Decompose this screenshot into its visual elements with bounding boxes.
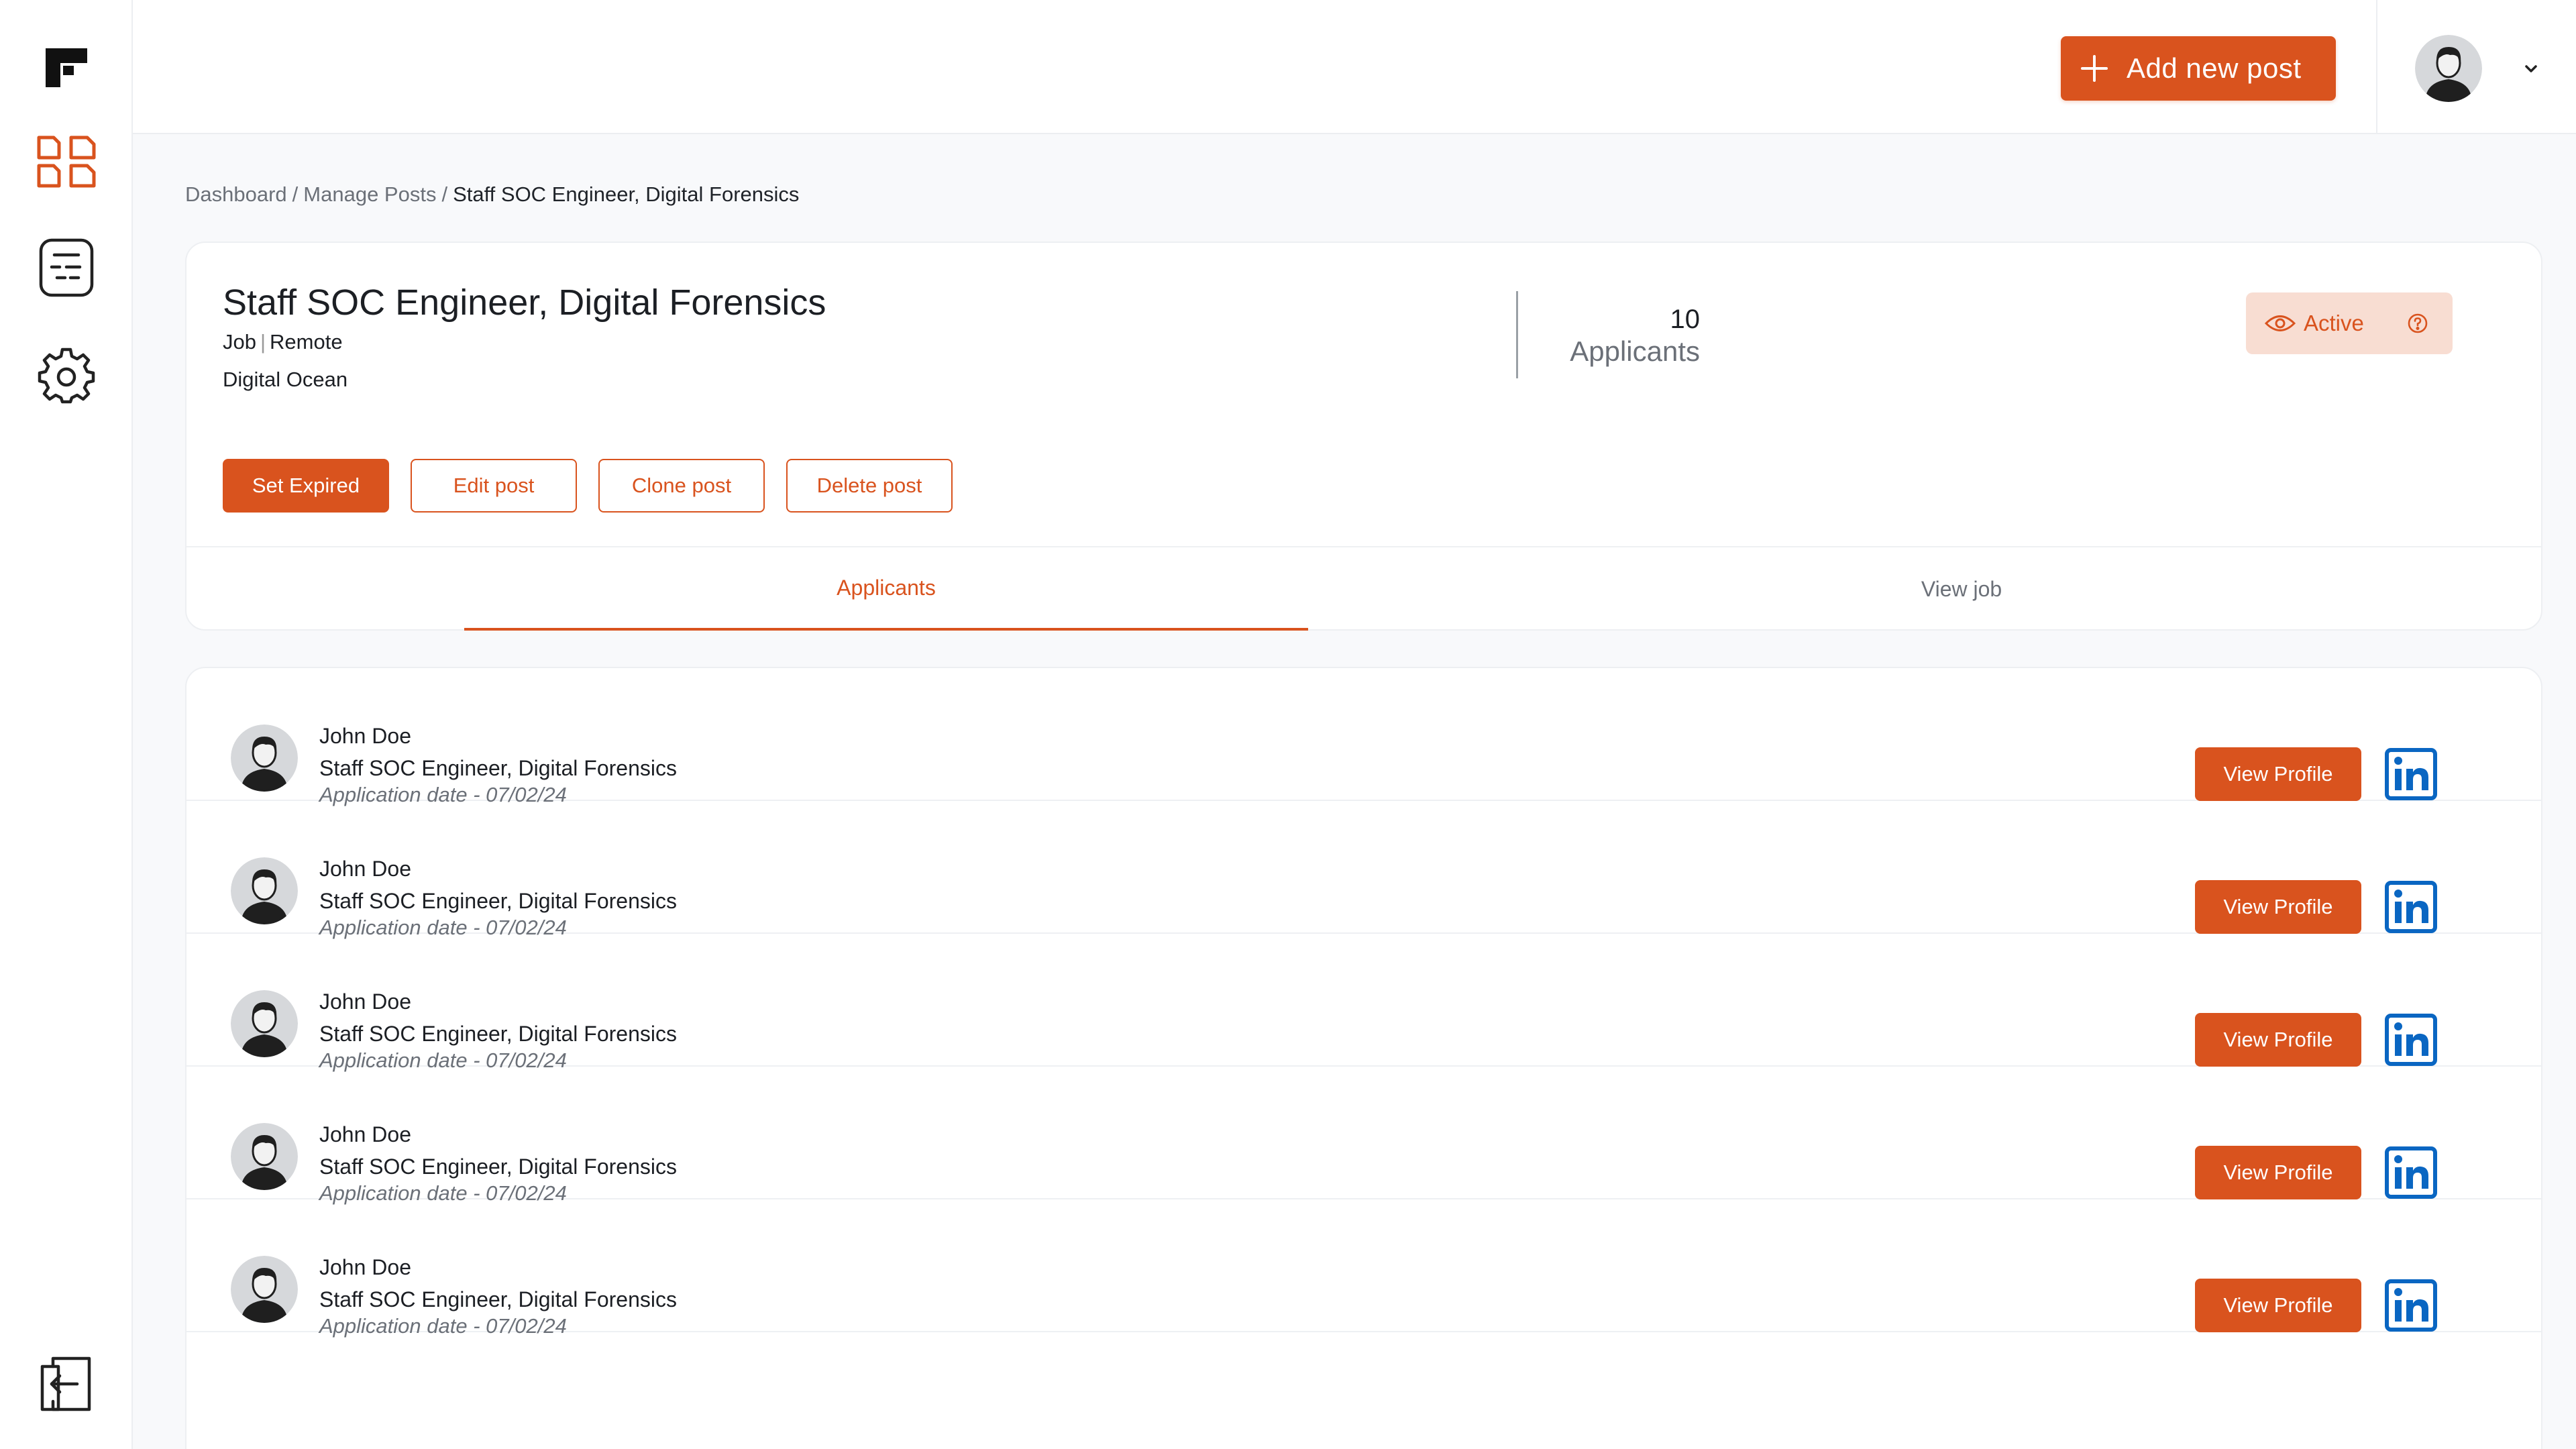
linkedin-icon[interactable] bbox=[2384, 880, 2438, 934]
document-list-icon bbox=[38, 237, 95, 301]
applicant-count: 10 bbox=[1670, 305, 1701, 334]
applicant-role: Staff SOC Engineer, Digital Forensics bbox=[319, 756, 677, 780]
user-avatar-icon[interactable] bbox=[2415, 35, 2482, 102]
page-title: Staff SOC Engineer, Digital Forensics bbox=[223, 282, 826, 323]
applicant-count-label: Applicants bbox=[1570, 335, 1700, 367]
meta-separator: | bbox=[260, 330, 266, 354]
sidebar-item-dashboard[interactable] bbox=[36, 133, 97, 193]
plus-icon bbox=[2074, 48, 2114, 89]
breadcrumb-current: Staff SOC Engineer, Digital Forensics bbox=[453, 182, 800, 206]
list-item: John Doe Staff SOC Engineer, Digital For… bbox=[186, 668, 2541, 806]
status-label: Active bbox=[2304, 311, 2364, 335]
breadcrumb: Dashboard / Manage Posts / Staff SOC Enginee… bbox=[185, 182, 799, 207]
linkedin-icon[interactable] bbox=[2384, 1146, 2438, 1199]
list-item: John Doe Staff SOC Engineer, Digital For… bbox=[186, 801, 2541, 939]
breadcrumb-manage-posts[interactable]: Manage Posts bbox=[303, 182, 436, 206]
applicant-role: Staff SOC Engineer, Digital Forensics bbox=[319, 1155, 677, 1179]
avatar bbox=[231, 990, 298, 1057]
linkedin-icon[interactable] bbox=[2384, 1279, 2438, 1332]
help-icon[interactable] bbox=[2407, 313, 2428, 334]
post-type: Job bbox=[223, 330, 256, 354]
chevron-down-icon[interactable] bbox=[2521, 59, 2541, 79]
applicant-name: John Doe bbox=[319, 1255, 411, 1279]
sidebar-item-settings[interactable] bbox=[36, 346, 97, 407]
breadcrumb-dashboard[interactable]: Dashboard bbox=[185, 182, 287, 206]
avatar bbox=[231, 724, 298, 792]
applicant-role: Staff SOC Engineer, Digital Forensics bbox=[319, 889, 677, 913]
view-profile-button[interactable]: View Profile bbox=[2195, 1279, 2361, 1332]
applicant-name: John Doe bbox=[319, 857, 411, 881]
list-item: John Doe Staff SOC Engineer, Digital For… bbox=[186, 1199, 2541, 1338]
clone-post-button[interactable]: Clone post bbox=[598, 459, 765, 513]
post-actions: Set Expired Edit post Clone post Delete … bbox=[223, 459, 953, 513]
post-summary-card: Staff SOC Engineer, Digital Forensics Jo… bbox=[185, 241, 2542, 631]
gear-icon bbox=[37, 345, 96, 408]
post-meta: Job | Remote bbox=[223, 330, 343, 354]
logout-button[interactable] bbox=[36, 1355, 97, 1415]
header-divider bbox=[2376, 0, 2377, 134]
breadcrumb-separator: / bbox=[441, 182, 448, 206]
applicant-name: John Doe bbox=[319, 1122, 411, 1146]
applicant-name: John Doe bbox=[319, 724, 411, 748]
applicant-role: Staff SOC Engineer, Digital Forensics bbox=[319, 1287, 677, 1311]
add-new-post-button[interactable]: Add new post bbox=[2061, 36, 2336, 101]
post-location: Remote bbox=[270, 330, 343, 354]
applicant-name: John Doe bbox=[319, 989, 411, 1014]
view-profile-button[interactable]: View Profile bbox=[2195, 1013, 2361, 1067]
logout-icon bbox=[38, 1353, 95, 1418]
avatar bbox=[231, 1123, 298, 1190]
view-profile-button[interactable]: View Profile bbox=[2195, 747, 2361, 801]
avatar bbox=[231, 857, 298, 924]
tab-applicants[interactable]: Applicants bbox=[464, 547, 1308, 631]
linkedin-icon[interactable] bbox=[2384, 1013, 2438, 1067]
add-new-post-label: Add new post bbox=[2127, 52, 2302, 84]
grid-icon bbox=[36, 135, 97, 192]
linkedin-icon[interactable] bbox=[2384, 747, 2438, 801]
applicant-role: Staff SOC Engineer, Digital Forensics bbox=[319, 1022, 677, 1046]
sidebar-item-posts[interactable] bbox=[36, 237, 97, 301]
view-profile-button[interactable]: View Profile bbox=[2195, 1146, 2361, 1199]
application-date: Application date - 07/02/24 bbox=[319, 1314, 567, 1338]
post-company: Digital Ocean bbox=[223, 368, 348, 391]
status-badge[interactable]: Active bbox=[2246, 292, 2453, 354]
breadcrumb-separator: / bbox=[292, 182, 299, 206]
brand-logo[interactable] bbox=[46, 48, 87, 87]
avatar bbox=[231, 1256, 298, 1323]
delete-post-button[interactable]: Delete post bbox=[786, 459, 953, 513]
view-profile-button[interactable]: View Profile bbox=[2195, 880, 2361, 934]
edit-post-button[interactable]: Edit post bbox=[411, 459, 577, 513]
eye-icon bbox=[2265, 308, 2296, 339]
set-expired-button[interactable]: Set Expired bbox=[223, 459, 389, 513]
list-item: John Doe Staff SOC Engineer, Digital For… bbox=[186, 1067, 2541, 1205]
stats-divider bbox=[1516, 291, 1518, 378]
applicant-list: John Doe Staff SOC Engineer, Digital For… bbox=[185, 667, 2542, 1449]
list-item: John Doe Staff SOC Engineer, Digital For… bbox=[186, 934, 2541, 1072]
post-tabs: Applicants View job bbox=[186, 546, 2541, 631]
top-bar: Add new post bbox=[133, 0, 2576, 134]
sidebar bbox=[0, 0, 133, 1449]
tab-view-job[interactable]: View job bbox=[1760, 547, 2163, 631]
